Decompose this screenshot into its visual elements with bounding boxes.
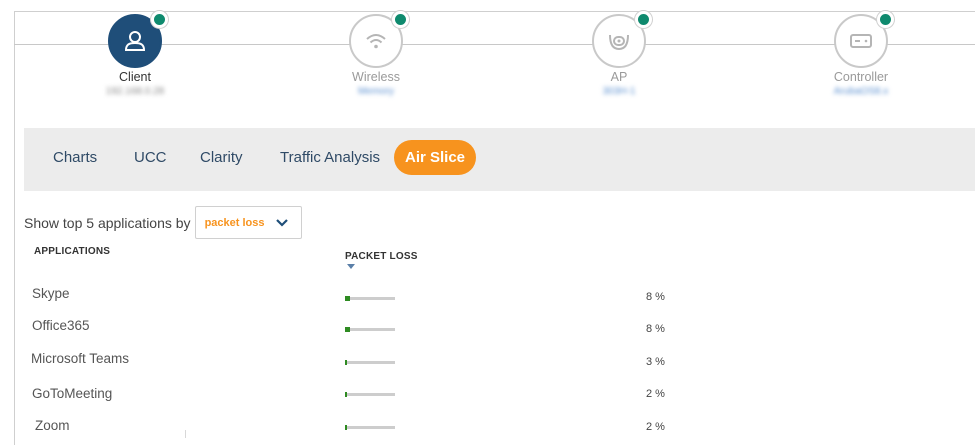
- status-dot: [635, 11, 652, 28]
- controller-icon: [850, 34, 872, 48]
- packet-loss-bar-fill: [345, 425, 347, 430]
- packet-loss-value: 8 %: [646, 291, 665, 303]
- column-header-applications[interactable]: APPLICATIONS: [34, 246, 110, 257]
- status-dot: [392, 11, 409, 28]
- ap-node-circle[interactable]: [592, 11, 652, 68]
- node-sub-value: 303H-1: [602, 86, 636, 97]
- node-sub-value: 192.168.0.28: [105, 86, 165, 97]
- node-sub-value: Memory: [357, 86, 395, 97]
- application-name: Office365: [32, 318, 90, 333]
- tab-clarity[interactable]: Clarity: [190, 140, 253, 175]
- packet-loss-bar: [345, 425, 395, 430]
- packet-loss-bar-fill: [345, 327, 350, 332]
- filter-label: Show top 5 applications by: [24, 214, 191, 231]
- divider-tick: [185, 430, 186, 438]
- path-node-controller[interactable]: Controller ArubaOS8.x: [781, 11, 941, 98]
- node-label: Wireless: [352, 70, 400, 84]
- chevron-down-icon: [275, 219, 288, 227]
- controller-node-circle[interactable]: [834, 11, 894, 68]
- packet-loss-bar-fill: [345, 392, 347, 397]
- application-name: Microsoft Teams: [31, 351, 130, 366]
- packet-loss-value: 2 %: [646, 388, 665, 400]
- user-icon: [124, 31, 146, 51]
- packet-loss-bar: [345, 296, 395, 301]
- wifi-icon: [366, 34, 386, 49]
- packet-loss-bar-fill: [345, 296, 350, 301]
- sort-desc-icon[interactable]: [347, 264, 355, 269]
- application-name: Zoom: [35, 418, 70, 433]
- filter-row: Show top 5 applications by packet loss: [24, 206, 302, 239]
- node-label: AP: [610, 70, 628, 84]
- path-node-wireless[interactable]: Wireless Memory: [296, 11, 456, 98]
- status-dot: [151, 11, 168, 28]
- tab-ucc[interactable]: UCC: [124, 140, 177, 175]
- status-dot: [877, 11, 894, 28]
- application-name: Skype: [32, 286, 70, 301]
- packet-loss-value: 8 %: [646, 323, 665, 335]
- tab-traffic-analysis[interactable]: Traffic Analysis: [270, 140, 390, 175]
- column-header-packet-loss[interactable]: PACKET LOSS: [345, 251, 418, 262]
- packet-loss-bar-fill: [345, 360, 347, 365]
- node-label: Controller: [833, 70, 889, 84]
- figure-caption-remnant: [0, 0, 975, 10]
- metric-select[interactable]: packet loss: [194, 206, 302, 239]
- packet-loss-bar: [345, 327, 395, 332]
- application-name: GoToMeeting: [32, 386, 113, 401]
- tab-air-slice[interactable]: Air Slice: [394, 140, 477, 175]
- path-node-ap[interactable]: AP 303H-1: [539, 11, 699, 98]
- tab-charts[interactable]: Charts: [43, 140, 107, 175]
- node-sub-value: ArubaOS8.x: [833, 86, 889, 97]
- tab-bar: Charts UCC Clarity Traffic Analysis Air …: [24, 128, 975, 191]
- packet-loss-value: 3 %: [646, 356, 665, 368]
- packet-loss-bar: [345, 392, 395, 397]
- packet-loss-bar: [345, 360, 395, 365]
- path-node-client[interactable]: Client 192.168.0.28: [55, 11, 215, 98]
- packet-loss-value: 2 %: [646, 421, 665, 433]
- metric-select-value: packet loss: [204, 216, 265, 229]
- wireless-node-circle[interactable]: [349, 11, 409, 68]
- access-point-icon: [609, 34, 629, 51]
- client-node-circle[interactable]: [108, 11, 168, 68]
- node-label: Client: [119, 70, 151, 84]
